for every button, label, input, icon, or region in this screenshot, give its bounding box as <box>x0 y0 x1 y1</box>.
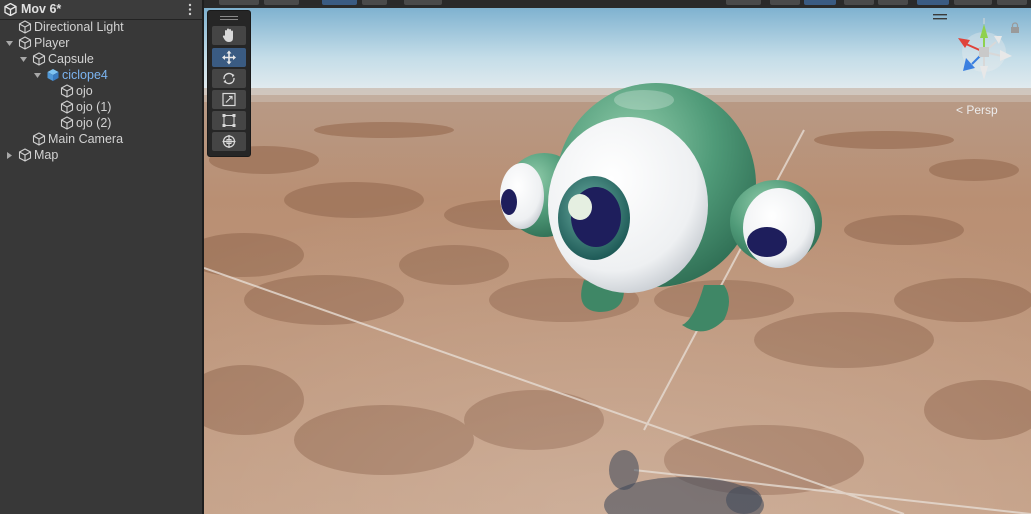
move-arrows-icon <box>222 50 236 65</box>
foldout-open-icon[interactable] <box>33 71 42 80</box>
scene-toolbar-strip <box>204 0 1031 8</box>
toolbar-button[interactable] <box>362 0 387 5</box>
toolbar-button[interactable] <box>917 0 949 5</box>
kebab-menu-icon[interactable] <box>185 3 195 16</box>
hierarchy-item-capsule[interactable]: Capsule <box>0 51 202 67</box>
hierarchy-item-ojo[interactable]: ojo <box>0 83 202 99</box>
hierarchy-item-label: Player <box>34 36 70 50</box>
scale-icon <box>222 92 236 107</box>
tool-palette <box>207 10 251 157</box>
hierarchy-item-map[interactable]: Map <box>0 147 202 163</box>
drag-handle-icon[interactable] <box>220 16 238 21</box>
toolbar-button[interactable] <box>844 0 874 5</box>
hierarchy-item-directional-light[interactable]: Directional Light <box>0 19 202 35</box>
toolbar-button[interactable] <box>997 0 1027 5</box>
gameobject-cube-icon <box>18 148 32 162</box>
toolbar-button[interactable] <box>219 0 259 5</box>
toolbar-button[interactable] <box>878 0 908 5</box>
toolbar-button[interactable] <box>322 0 357 5</box>
gameobject-cube-icon <box>18 20 32 34</box>
transform-tool-button[interactable] <box>212 132 246 151</box>
prefab-cube-icon <box>47 69 59 81</box>
hierarchy-item-ciclope4[interactable]: ciclope4 <box>0 67 202 83</box>
unity-scene-icon <box>4 3 17 16</box>
hierarchy-item-label: ciclope4 <box>62 68 108 82</box>
transform-icon <box>222 135 236 148</box>
gameobject-cube-icon <box>60 100 74 114</box>
hand-tool-button[interactable] <box>212 26 246 45</box>
hand-icon <box>222 28 233 42</box>
hierarchy-item-label: Main Camera <box>48 132 124 146</box>
rect-icon <box>222 114 236 127</box>
hierarchy-item-player[interactable]: Player <box>0 35 202 51</box>
hierarchy-item-label: Capsule <box>48 52 94 66</box>
foldout-open-icon[interactable] <box>5 39 14 48</box>
scene-viewport[interactable] <box>204 0 1031 514</box>
toolbar-button[interactable] <box>954 0 992 5</box>
scene-name[interactable]: Mov 6* <box>21 2 61 17</box>
rect-tool-button[interactable] <box>212 111 246 130</box>
move-tool-button[interactable] <box>212 48 246 67</box>
gameobject-cube-icon <box>32 52 46 66</box>
hierarchy-item-label: ojo (1) <box>76 100 112 114</box>
hierarchy-panel: Mov 6* Directional Light Player Capsule … <box>0 0 202 514</box>
hierarchy-item-label: Map <box>34 148 59 162</box>
hierarchy-item-main-camera[interactable]: Main Camera <box>0 131 202 147</box>
hierarchy-item-label: ojo (2) <box>76 116 112 130</box>
scene-view[interactable]: < Persp <box>204 0 1031 514</box>
hierarchy-item-label: Directional Light <box>34 20 124 34</box>
toolbar-button[interactable] <box>770 0 800 5</box>
camera-mode-label[interactable]: < Persp <box>956 103 998 117</box>
foldout-closed-icon[interactable] <box>5 151 14 160</box>
gameobject-cube-icon <box>60 84 74 98</box>
hierarchy-item-label: ojo <box>76 84 93 98</box>
gameobject-cube-icon <box>18 36 32 50</box>
hierarchy-item-ojo-1[interactable]: ojo (1) <box>0 99 202 115</box>
camera-mode-text: Persp <box>966 103 998 117</box>
toolbar-button[interactable] <box>804 0 836 5</box>
rotate-tool-button[interactable] <box>212 69 246 88</box>
toolbar-button[interactable] <box>264 0 299 5</box>
hierarchy-header: Mov 6* <box>0 0 202 20</box>
toolbar-button[interactable] <box>726 0 761 5</box>
gameobject-cube-icon <box>60 116 74 130</box>
orientation-gizmo[interactable] <box>944 14 1024 88</box>
rotate-icon <box>223 72 235 85</box>
foldout-open-icon[interactable] <box>19 55 28 64</box>
scale-tool-button[interactable] <box>212 90 246 109</box>
toolbar-button[interactable] <box>404 0 442 5</box>
gameobject-cube-icon <box>32 132 46 146</box>
hierarchy-item-ojo-2[interactable]: ojo (2) <box>0 115 202 131</box>
